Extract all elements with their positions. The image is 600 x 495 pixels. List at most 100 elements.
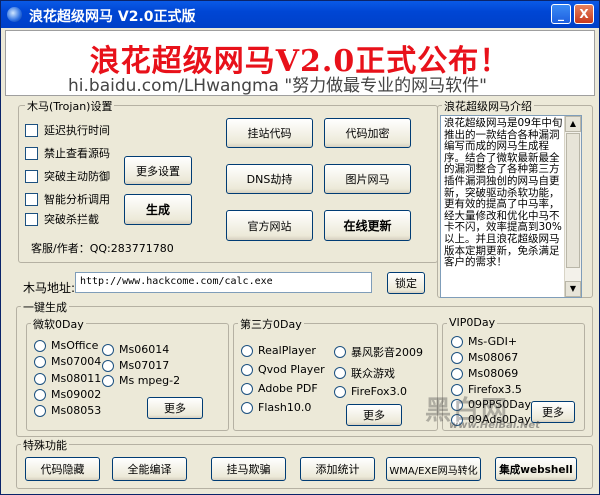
radio-label: Ms mpeg-2 (119, 374, 181, 387)
dns-hijack-button[interactable]: DNS劫持 (226, 164, 313, 194)
radio-circle[interactable] (334, 367, 346, 379)
scroll-thumb[interactable] (566, 133, 580, 268)
radio-circle[interactable] (241, 401, 253, 414)
trojan-settings-legend: 木马(Trojan)设置 (25, 98, 115, 114)
radio-circle[interactable] (241, 382, 253, 395)
watermark-url: www.HeiBai.Net (449, 420, 540, 431)
one-click-legend: 一键生成 (21, 299, 69, 315)
checkbox-bypass-hips[interactable]: 突破主动防御 (25, 168, 110, 184)
radio-firefox30[interactable]: FireFox3.0 (334, 385, 407, 398)
radio-circle[interactable] (34, 388, 46, 401)
intro-textarea[interactable]: 浪花超级网马是09年中旬推出的一款结合各种漏洞编写而成的网马生成程序。结合了微软… (440, 115, 582, 298)
title-bar[interactable]: 浪花超级网马 V2.0正式版 _ X (1, 1, 599, 28)
add-stats-button[interactable]: 添加统计 (300, 457, 375, 481)
generate-button[interactable]: 生成 (124, 194, 192, 225)
watermark: 黑白网 www.HeiBai.Net (425, 390, 595, 434)
radio-label: FireFox3.0 (351, 385, 407, 398)
radio-circle[interactable] (241, 344, 253, 357)
checkbox-smart-analyze[interactable]: 智能分析调用 (25, 191, 110, 207)
radio-ms08011[interactable]: Ms08011 (34, 372, 101, 385)
radio-flash10[interactable]: Flash10.0 (241, 401, 311, 414)
radio-qvod[interactable]: Qvod Player (241, 363, 325, 376)
banner: 浪花超级网马V2.0正式公布！ hi.baidu.com/LHwangma "努… (5, 30, 595, 96)
radio-realplayer[interactable]: RealPlayer (241, 344, 316, 357)
radio-label: Ms08069 (468, 367, 519, 380)
checkbox-label: 禁止查看源码 (44, 147, 110, 160)
more-settings-button[interactable]: 更多设置 (124, 156, 192, 185)
radio-circle[interactable] (451, 367, 463, 380)
online-update-button[interactable]: 在线更新 (324, 210, 411, 241)
radio-circle[interactable] (334, 385, 346, 398)
hide-code-button[interactable]: 代码隐藏 (25, 457, 100, 481)
radio-circle[interactable] (34, 355, 46, 368)
close-button[interactable]: X (574, 4, 594, 24)
radio-circle[interactable] (34, 339, 46, 352)
radio-circle[interactable] (451, 335, 463, 348)
scroll-up-icon[interactable]: ▲ (565, 116, 581, 132)
checkbox-box[interactable] (25, 146, 38, 160)
scroll-down-icon[interactable]: ▼ (565, 281, 581, 297)
encrypt-code-button[interactable]: 代码加密 (324, 118, 411, 148)
checkbox-box[interactable] (25, 192, 38, 206)
third-party-more-button[interactable]: 更多 (346, 404, 402, 426)
radio-label: Qvod Player (258, 363, 325, 376)
main-window: 浪花超级网马 V2.0正式版 _ X 浪花超级网马V2.0正式公布！ hi.ba… (0, 0, 600, 495)
radio-label: Adobe PDF (258, 382, 318, 395)
official-site-button[interactable]: 官方网站 (226, 210, 313, 241)
checkbox-bypass-av[interactable]: 突破杀拦截 (25, 211, 99, 227)
minimize-button[interactable]: _ (551, 4, 571, 24)
trojan-address-label: 木马地址: (23, 281, 76, 295)
image-trojan-button[interactable]: 图片网马 (324, 164, 411, 194)
radio-circle[interactable] (241, 363, 253, 376)
radio-ms-mpeg2[interactable]: Ms mpeg-2 (102, 374, 180, 387)
radio-adobe-pdf[interactable]: Adobe PDF (241, 382, 318, 395)
hang-code-button[interactable]: 挂站代码 (226, 118, 313, 148)
hang-deceive-button[interactable]: 挂马欺骗 (211, 457, 286, 481)
wma-exe-convert-button[interactable]: WMA/EXE网马转化 (386, 457, 481, 481)
radio-label: Ms07004 (51, 355, 102, 368)
radio-label: Ms06014 (119, 343, 170, 356)
radio-ms-gdi[interactable]: Ms-GDI+ (451, 335, 517, 348)
checkbox-forbid-source[interactable]: 禁止查看源码 (25, 145, 110, 161)
checkbox-box[interactable] (25, 212, 38, 226)
radio-label: Ms07017 (119, 359, 170, 372)
radio-ms07017[interactable]: Ms07017 (102, 359, 169, 372)
radio-baofeng[interactable]: 暴风影音2009 (334, 344, 423, 360)
lock-button[interactable]: 锁定 (387, 272, 425, 294)
radio-circle[interactable] (334, 346, 346, 358)
radio-ms08069[interactable]: Ms08069 (451, 367, 518, 380)
radio-ms06014[interactable]: Ms06014 (102, 343, 169, 356)
radio-ms08053[interactable]: Ms08053 (34, 404, 101, 417)
author-contact: 客服/作者：QQ:283771780 (31, 242, 174, 255)
radio-circle[interactable] (102, 359, 114, 372)
checkbox-box[interactable] (25, 169, 38, 183)
checkbox-label: 延迟执行时间 (44, 124, 110, 137)
compile-all-button[interactable]: 全能编译 (112, 457, 187, 481)
radio-ms09002[interactable]: Ms09002 (34, 388, 101, 401)
special-legend: 特殊功能 (21, 437, 69, 453)
radio-lianzhong[interactable]: 联众游戏 (334, 365, 395, 381)
radio-circle[interactable] (102, 374, 114, 387)
checkbox-delay-exec[interactable]: 延迟执行时间 (25, 122, 110, 138)
radio-label: 暴风影音2009 (351, 346, 423, 359)
integrate-webshell-button[interactable]: 集成webshell (495, 457, 577, 481)
radio-circle[interactable] (102, 343, 114, 356)
third-party-0day-legend: 第三方0Day (238, 316, 304, 332)
radio-label: Ms09002 (51, 388, 102, 401)
radio-circle[interactable] (34, 404, 46, 417)
radio-msoffice[interactable]: MsOffice (34, 339, 98, 352)
radio-circle[interactable] (34, 372, 46, 385)
radio-label: RealPlayer (258, 344, 316, 357)
banner-subline: hi.baidu.com/LHwangma "努力做最专业的网马软件" (68, 76, 487, 96)
radio-label: Ms08067 (468, 351, 519, 364)
radio-label: Ms08053 (51, 404, 102, 417)
checkbox-box[interactable] (25, 123, 38, 137)
app-globe-icon (7, 7, 22, 22)
radio-label: Ms-GDI+ (468, 335, 518, 348)
radio-ms07004[interactable]: Ms07004 (34, 355, 101, 368)
radio-ms08067[interactable]: Ms08067 (451, 351, 518, 364)
trojan-address-input[interactable]: http://www.hackcome.com/calc.exe (75, 272, 372, 293)
intro-scrollbar[interactable]: ▲ ▼ (564, 116, 581, 297)
microsoft-more-button[interactable]: 更多 (147, 397, 203, 419)
radio-circle[interactable] (451, 351, 463, 364)
